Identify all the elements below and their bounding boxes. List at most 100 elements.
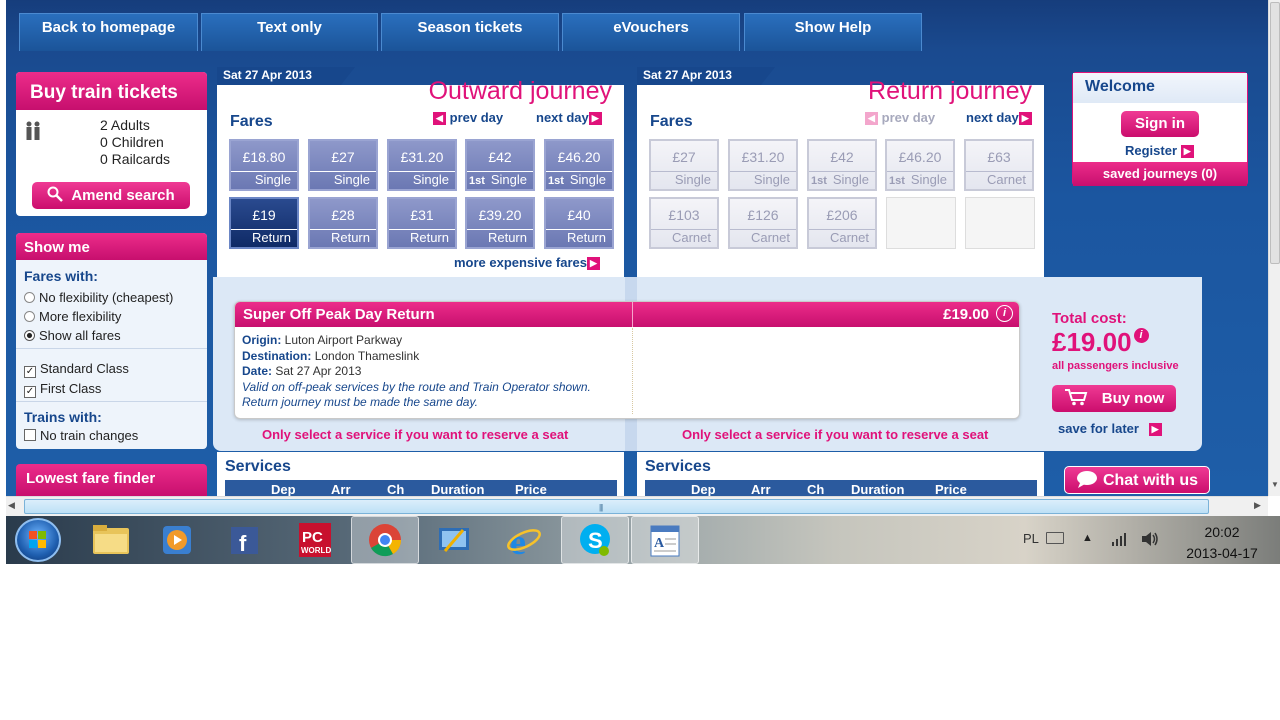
scroll-left-icon[interactable]: ◀ xyxy=(8,500,15,511)
scroll-right-icon[interactable]: ▶ xyxy=(1254,500,1261,511)
network-icon[interactable] xyxy=(1111,532,1129,551)
taskbar-chrome[interactable] xyxy=(351,516,419,564)
fare-button[interactable]: £63 Carnet xyxy=(964,139,1034,191)
nav-show-help[interactable]: Show Help xyxy=(744,13,922,51)
flexibility-options: No flexibility (cheapest) More flexibili… xyxy=(24,288,173,345)
fare-type: Return xyxy=(566,230,606,245)
fare-button[interactable]: £18.80 Single xyxy=(229,139,299,191)
fare-button[interactable]: £27 Single xyxy=(649,139,719,191)
reserve-note-outward: Only select a service if you want to res… xyxy=(262,427,569,442)
fare-button[interactable]: £31.20 Single xyxy=(728,139,798,191)
fare-price: £39.20 xyxy=(478,207,522,223)
nav-season-tickets[interactable]: Season tickets xyxy=(381,13,559,51)
fare-button[interactable]: £31.20 Single xyxy=(387,139,457,191)
reserve-note-return: Only select a service if you want to res… xyxy=(682,427,989,442)
fare-button[interactable]: £28 Return xyxy=(308,197,378,249)
checkbox-standard-class[interactable]: ✓ Standard Class xyxy=(24,359,129,379)
outward-services-panel: Services Dep Arr Ch Duration Price xyxy=(217,452,624,496)
vertical-scrollbar[interactable]: ▼ xyxy=(1268,0,1280,496)
register-link[interactable]: Register ▶ xyxy=(1125,143,1194,159)
return-panel: Return journey Fares ◀ prev day next day… xyxy=(637,77,1044,277)
buy-tickets-panel: Buy train tickets 2 Adults 0 Children 0 … xyxy=(16,72,207,216)
fare-button[interactable]: £27 Single xyxy=(308,139,378,191)
facebook-icon: f xyxy=(231,527,258,556)
horizontal-scrollbar[interactable]: ◀ ||| ▶ xyxy=(6,496,1268,516)
save-for-later-link[interactable]: save for later ▶ xyxy=(1058,421,1162,437)
fare-price: £46.20 xyxy=(557,149,601,165)
ticket-name: Super Off Peak Day Return xyxy=(243,306,435,323)
taskbar-skype[interactable]: S xyxy=(561,516,629,564)
taskbar-remote-app[interactable] xyxy=(423,516,487,564)
ticket-validity-note: Valid on off-peak services by the route … xyxy=(242,379,591,410)
checkbox-first-class[interactable]: ✓ First Class xyxy=(24,379,129,399)
chat-with-us-button[interactable]: Chat with us xyxy=(1064,466,1210,494)
taskbar-media-player[interactable] xyxy=(146,516,210,564)
return-fares-label: Fares xyxy=(650,113,693,130)
language-indicator[interactable]: PL xyxy=(1023,531,1039,546)
vertical-scroll-thumb[interactable] xyxy=(1270,2,1280,264)
lowest-fare-finder[interactable]: Lowest fare finder xyxy=(16,464,207,496)
volume-icon[interactable] xyxy=(1140,531,1160,552)
fare-button[interactable]: £46.20 1st Single xyxy=(885,139,955,191)
fare-button[interactable]: £19 Return xyxy=(229,197,299,249)
nav-evouchers[interactable]: eVouchers xyxy=(562,13,740,51)
scroll-down-icon[interactable]: ▼ xyxy=(1271,480,1279,489)
internet-explorer-icon: e xyxy=(507,522,541,562)
more-expensive-fares-link[interactable]: more expensive fares ▶ xyxy=(454,255,600,271)
grip-icon: ||| xyxy=(599,503,603,512)
keyboard-icon[interactable] xyxy=(1046,532,1064,544)
return-next-day[interactable]: next day ▶ xyxy=(966,110,1032,126)
arrow-right-icon: ▶ xyxy=(588,112,602,126)
fare-button[interactable]: £103 Carnet xyxy=(649,197,719,249)
fare-button[interactable]: £42 1st Single xyxy=(807,139,877,191)
fare-button[interactable]: £42 1st Single xyxy=(465,139,535,191)
outward-prev-day[interactable]: ◀ prev day xyxy=(433,110,503,126)
sign-in-button[interactable]: Sign in xyxy=(1121,111,1199,137)
fare-type: Return xyxy=(251,230,291,245)
svg-text:A: A xyxy=(654,536,665,551)
fare-price: £46.20 xyxy=(898,149,942,165)
radio-more-flexibility[interactable]: More flexibility xyxy=(24,307,173,326)
taskbar-pc-world[interactable]: PC WORLD xyxy=(283,516,347,564)
return-prev-day[interactable]: ◀ prev day xyxy=(865,110,935,126)
fare-button[interactable]: £40 Return xyxy=(544,197,614,249)
fare-button[interactable]: £206 Carnet xyxy=(807,197,877,249)
fare-button[interactable]: £31 Return xyxy=(387,197,457,249)
radio-no-flexibility[interactable]: No flexibility (cheapest) xyxy=(24,288,173,307)
taskbar-facebook[interactable]: f xyxy=(215,516,279,564)
outward-next-day[interactable]: next day ▶ xyxy=(536,110,602,126)
chat-bubble-icon xyxy=(1076,470,1098,496)
shopping-cart-icon xyxy=(1064,388,1088,415)
fare-button[interactable]: £126 Carnet xyxy=(728,197,798,249)
info-icon[interactable]: i xyxy=(1133,328,1149,343)
arrow-left-icon: ◀ xyxy=(865,112,878,126)
first-class-marker: 1st xyxy=(469,175,485,187)
total-cost-label: Total cost: xyxy=(1052,310,1127,327)
nav-text-only[interactable]: Text only xyxy=(201,13,378,51)
welcome-panel: Welcome Sign in Register ▶ saved journey… xyxy=(1072,72,1248,186)
fare-price: £19 xyxy=(252,207,276,223)
fare-button[interactable]: £39.20 Return xyxy=(465,197,535,249)
nav-back-to-homepage[interactable]: Back to homepage xyxy=(19,13,198,51)
fare-button[interactable]: £46.20 1st Single xyxy=(544,139,614,191)
saved-journeys-link[interactable]: saved journeys (0) xyxy=(1073,162,1247,186)
folder-icon xyxy=(93,525,129,554)
fare-price: £27 xyxy=(331,149,355,165)
system-clock[interactable]: 20:02 2013-04-17 xyxy=(1180,522,1264,564)
windows-logo-icon xyxy=(29,531,46,548)
taskbar-wordpad[interactable]: A xyxy=(631,516,699,564)
radio-show-all-fares[interactable]: Show all fares xyxy=(24,326,173,345)
browser-viewport: Back to homepage Text only Season ticket… xyxy=(6,0,1268,496)
horizontal-scroll-thumb[interactable]: ||| xyxy=(24,499,1209,514)
info-icon[interactable]: i xyxy=(996,305,1013,322)
amend-search-button[interactable]: Amend search xyxy=(32,182,190,209)
taskbar-internet-explorer[interactable]: e xyxy=(492,516,556,564)
buy-now-button[interactable]: Buy now xyxy=(1052,385,1176,412)
taskbar-file-explorer[interactable] xyxy=(79,516,143,564)
first-class-marker: 1st xyxy=(811,175,827,187)
checkbox-no-train-changes[interactable]: No train changes xyxy=(24,428,138,443)
passenger-summary: 2 Adults 0 Children 0 Railcards xyxy=(100,117,171,167)
start-button[interactable] xyxy=(15,518,61,562)
total-cost-panel: Total cost: £19.00 i all passengers inclu… xyxy=(1052,310,1202,372)
show-hidden-icons-icon[interactable]: ▲ xyxy=(1082,532,1093,544)
